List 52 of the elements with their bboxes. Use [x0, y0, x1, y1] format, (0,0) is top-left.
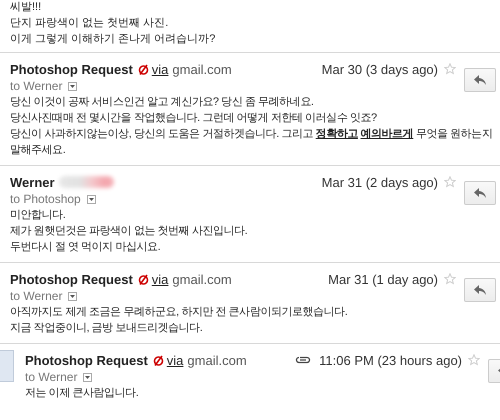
- message-text: 제가 원햇던것은 파랑색이 없는 첫번째 사진입니다.: [10, 224, 248, 239]
- message-date: Mar 30 (3 days ago): [322, 62, 438, 76]
- message-text: 말해주세요.: [10, 143, 66, 158]
- message-date: Mar 31 (2 days ago): [322, 174, 438, 190]
- warning-icon: [138, 274, 149, 284]
- caret-icon: [70, 294, 76, 298]
- via-link[interactable]: via: [166, 352, 184, 368]
- sender-domain: gmail.com: [172, 62, 232, 76]
- message-date: Mar 31 (1 day ago): [328, 272, 438, 286]
- message-text: 씨발!!!: [10, 0, 42, 15]
- message-text: 당신이 사과하지않는이상, 당신의 도움은 거절하겟습니다. 그리고 정확하고 예의바르게 무엇을 원하는지: [10, 127, 494, 142]
- message-date: 11:06 PM (23 hours ago): [319, 352, 462, 368]
- caret-icon: [85, 376, 90, 378]
- details-dropdown[interactable]: [86, 194, 96, 204]
- recipient-label: to Werner: [25, 370, 78, 384]
- sender-name: Photoshop Request: [10, 272, 133, 286]
- via-link[interactable]: via: [152, 272, 168, 286]
- message-text: 두번다시 절 엿 먹이지 마십시요.: [10, 240, 162, 255]
- message-text: 당신 이것이 공짜 서비스인건 알고 계신가요? 당신 좀 무례하네요.: [10, 95, 314, 110]
- reply-icon: [474, 285, 486, 295]
- star-icon[interactable]: [444, 63, 456, 75]
- message-text: 미안합니다.: [10, 208, 66, 223]
- warning-icon: [138, 64, 149, 74]
- reply-icon: [474, 75, 486, 85]
- sender-name: Photoshop Request: [10, 62, 133, 76]
- star-icon[interactable]: [444, 176, 456, 188]
- caret-icon: [88, 198, 94, 200]
- caret-icon: [70, 84, 76, 88]
- via-link[interactable]: via: [152, 62, 168, 76]
- sender-domain: gmail.com: [187, 352, 247, 368]
- message-text: 단지 파랑색이 없는 첫번째 사진.: [10, 16, 170, 31]
- message-text: 아직까지도 제게 조금은 무례하군요, 하지만 전 큰사람이되기로했습니다.: [10, 305, 348, 320]
- reply-button[interactable]: [464, 181, 496, 205]
- recipient-label: to Werner: [10, 79, 62, 93]
- details-dropdown[interactable]: [83, 372, 92, 382]
- message-text: 당신사진때매 전 몇시간을 작업했습니다. 그런데 어떻게 저한테 이러실수 잇죠?: [10, 111, 378, 126]
- star-icon[interactable]: [444, 273, 456, 285]
- sender-domain: gmail.com: [172, 272, 232, 286]
- message-text: 지금 작업중이니, 금방 보내드리겟습니다.: [10, 321, 204, 336]
- warning-icon: [152, 354, 164, 366]
- sender-name: Werner: [10, 174, 55, 190]
- message-text: 이게 그렇게 이해하기 존나게 어려습니까?: [10, 32, 216, 47]
- star-icon[interactable]: [468, 354, 480, 366]
- message-text: 저는 이제 큰사람입니다.: [25, 386, 140, 401]
- details-dropdown[interactable]: [68, 292, 78, 300]
- details-dropdown[interactable]: [68, 82, 78, 90]
- recipient-label: to Photoshop: [10, 192, 81, 206]
- reply-icon: [474, 188, 486, 198]
- sender-name: Photoshop Request: [25, 352, 148, 368]
- reply-button[interactable]: [464, 68, 496, 92]
- recipient-label: to Werner: [10, 289, 62, 303]
- reply-button[interactable]: [464, 278, 496, 302]
